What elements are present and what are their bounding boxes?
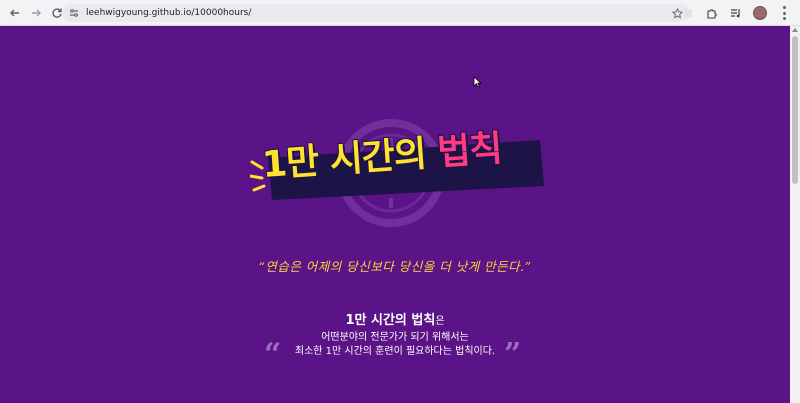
description-title-suffix: 은 bbox=[435, 316, 445, 327]
motto-quote: “연습은 어제의 당신보다 당신을 더 낫게 만든다.” bbox=[258, 259, 532, 274]
back-arrow-icon[interactable] bbox=[6, 4, 24, 22]
title-highlight: 법칙 bbox=[435, 128, 503, 174]
forward-arrow-icon[interactable] bbox=[27, 4, 45, 22]
site-info-icon[interactable] bbox=[66, 5, 82, 21]
media-controls-icon[interactable] bbox=[728, 5, 744, 21]
avatar[interactable] bbox=[752, 5, 768, 21]
description-title-text: 1만 시간의 법칙 bbox=[345, 313, 436, 328]
address-bar[interactable]: leehwigyoung.github.io/10000hours/ bbox=[62, 4, 690, 22]
extension-placeholder-icon[interactable] bbox=[680, 5, 696, 21]
hero-logo: 1만 시간의 법칙 bbox=[240, 118, 560, 228]
menu-dots-icon[interactable] bbox=[776, 5, 792, 21]
description-block: 1만 시간의 법칙은 어떤분야의 전문가가 되기 위해서는 최소한 1만 시간의… bbox=[0, 312, 790, 359]
scroll-up-arrow-icon[interactable] bbox=[792, 28, 798, 32]
url-text[interactable]: leehwigyoung.github.io/10000hours/ bbox=[86, 8, 251, 18]
description-line-2: 최소한 1만 시간의 훈련이 필요하다는 법칙이다. bbox=[294, 346, 496, 357]
vertical-scrollbar[interactable] bbox=[790, 26, 800, 403]
scroll-thumb[interactable] bbox=[792, 36, 798, 184]
page-content: 1만 시간의 법칙 “연습은 어제의 당신보다 당신을 더 낫게 만든다.” “… bbox=[0, 26, 790, 403]
puzzle-icon[interactable] bbox=[704, 5, 720, 21]
toolbar-actions bbox=[680, 4, 792, 22]
description-title: 1만 시간의 법칙은 bbox=[0, 312, 790, 331]
browser-toolbar: leehwigyoung.github.io/10000hours/ bbox=[0, 0, 800, 26]
description-line-1: 어떤분야의 전문가가 되기 위해서는 bbox=[321, 332, 469, 343]
mouse-cursor-icon bbox=[473, 76, 483, 88]
